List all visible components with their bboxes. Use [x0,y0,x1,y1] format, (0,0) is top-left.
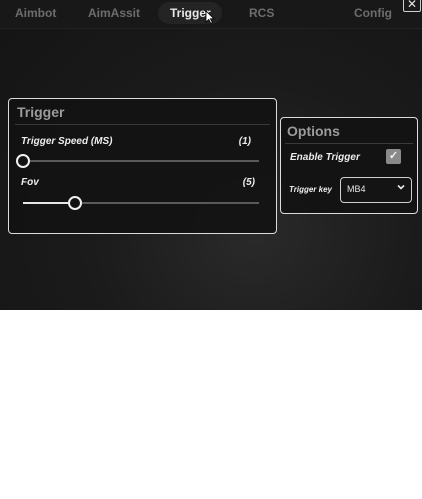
trigger-panel: Trigger Trigger Speed (MS) (1) Fov (5) [8,98,277,234]
trigger-speed-label: Trigger Speed (MS) [21,136,113,147]
app-window: Aimbot AimAssit Trigger RCS Config ✕ Tri… [0,0,422,310]
trigger-key-value: MB4 [347,184,366,194]
trigger-key-select[interactable]: MB4 [340,177,412,203]
close-button[interactable]: ✕ [403,0,421,12]
tab-aimbot[interactable]: Aimbot [15,6,56,20]
tab-aimassit[interactable]: AimAssit [88,6,140,20]
mouse-cursor-icon [205,10,215,24]
panel-divider [285,143,413,144]
options-panel-title: Options [287,123,340,139]
fov-value: (5) [242,177,255,188]
trigger-panel-title: Trigger [17,104,65,120]
chevron-down-icon [397,183,405,193]
trigger-speed-slider[interactable] [16,154,259,168]
trigger-speed-value: (1) [238,136,251,147]
panel-divider [15,124,270,125]
top-nav-bar: Aimbot AimAssit Trigger RCS Config ✕ [0,0,422,29]
trigger-key-label: Trigger key [289,185,332,194]
fov-slider-thumb[interactable] [67,196,82,210]
enable-trigger-checkbox[interactable]: ✓ [386,149,401,164]
tab-config[interactable]: Config [354,6,392,20]
enable-trigger-label: Enable Trigger [290,152,360,163]
fov-slider[interactable] [23,196,259,210]
trigger-speed-slider-thumb[interactable] [16,154,30,168]
fov-label: Fov [21,177,39,188]
tab-rcs[interactable]: RCS [249,6,274,20]
options-panel: Options Enable Trigger ✓ Trigger key MB4 [280,117,418,214]
